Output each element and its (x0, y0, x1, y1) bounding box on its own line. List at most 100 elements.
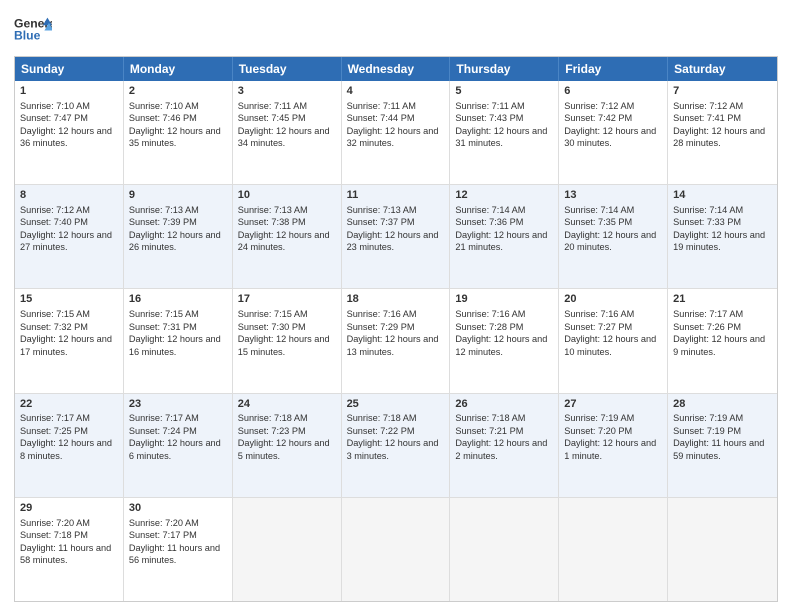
daylight-label: Daylight: 12 hours and 30 minutes. (564, 126, 656, 148)
sunrise-label: Sunrise: 7:17 AM (673, 309, 743, 319)
day-cell-23: 23Sunrise: 7:17 AMSunset: 7:24 PMDayligh… (124, 394, 233, 497)
day-cell-29: 29Sunrise: 7:20 AMSunset: 7:18 PMDayligh… (15, 498, 124, 601)
sunset-label: Sunset: 7:45 PM (238, 113, 306, 123)
sunset-label: Sunset: 7:29 PM (347, 322, 415, 332)
day-cell-30: 30Sunrise: 7:20 AMSunset: 7:17 PMDayligh… (124, 498, 233, 601)
day-cell-15: 15Sunrise: 7:15 AMSunset: 7:32 PMDayligh… (15, 289, 124, 392)
sunrise-label: Sunrise: 7:13 AM (347, 205, 417, 215)
day-header-sunday: Sunday (15, 57, 124, 81)
day-number: 2 (129, 84, 227, 99)
day-cell-27: 27Sunrise: 7:19 AMSunset: 7:20 PMDayligh… (559, 394, 668, 497)
day-cell-6: 6Sunrise: 7:12 AMSunset: 7:42 PMDaylight… (559, 81, 668, 184)
empty-cell (450, 498, 559, 601)
day-cell-22: 22Sunrise: 7:17 AMSunset: 7:25 PMDayligh… (15, 394, 124, 497)
sunrise-label: Sunrise: 7:12 AM (564, 101, 634, 111)
daylight-label: Daylight: 12 hours and 21 minutes. (455, 230, 547, 252)
sunset-label: Sunset: 7:36 PM (455, 217, 523, 227)
logo: General Blue (14, 10, 52, 48)
day-cell-1: 1Sunrise: 7:10 AMSunset: 7:47 PMDaylight… (15, 81, 124, 184)
day-cell-26: 26Sunrise: 7:18 AMSunset: 7:21 PMDayligh… (450, 394, 559, 497)
sunset-label: Sunset: 7:24 PM (129, 426, 197, 436)
day-cell-19: 19 Sunrise: 7:16 AM Sunset: 7:28 PM Dayligh… (450, 289, 559, 392)
day-number: 15 (20, 292, 118, 307)
day-number: 9 (129, 188, 227, 203)
day-number: 19 (455, 292, 553, 307)
day-number: 21 (673, 292, 772, 307)
sunrise-label: Sunrise: 7:14 AM (673, 205, 743, 215)
sunset-label: Sunset: 7:22 PM (347, 426, 415, 436)
sunset-label: Sunset: 7:28 PM (455, 322, 523, 332)
day-cell-9: 9Sunrise: 7:13 AMSunset: 7:39 PMDaylight… (124, 185, 233, 288)
sunrise-label: Sunrise: 7:15 AM (129, 309, 199, 319)
daylight-label: Daylight: 12 hours and 17 minutes. (20, 334, 112, 356)
sunrise-label: Sunrise: 7:19 AM (564, 413, 634, 423)
day-number: 14 (673, 188, 772, 203)
day-cell-8: 8Sunrise: 7:12 AMSunset: 7:40 PMDaylight… (15, 185, 124, 288)
day-number: 12 (455, 188, 553, 203)
sunrise-label: Sunrise: 7:12 AM (673, 101, 743, 111)
day-header-wednesday: Wednesday (342, 57, 451, 81)
day-number: 16 (129, 292, 227, 307)
sunset-label: Sunset: 7:47 PM (20, 113, 88, 123)
sunset-label: Sunset: 7:40 PM (20, 217, 88, 227)
daylight-label: Daylight: 12 hours and 2 minutes. (455, 438, 547, 460)
day-number: 23 (129, 397, 227, 412)
empty-cell (233, 498, 342, 601)
sunrise-label: Sunrise: 7:16 AM (455, 309, 525, 319)
sunrise-label: Sunrise: 7:20 AM (129, 518, 199, 528)
sunset-label: Sunset: 7:41 PM (673, 113, 741, 123)
day-number: 24 (238, 397, 336, 412)
sunrise-label: Sunrise: 7:11 AM (238, 101, 307, 111)
daylight-label: Daylight: 12 hours and 16 minutes. (129, 334, 221, 356)
day-number: 28 (673, 397, 772, 412)
sunset-label: Sunset: 7:31 PM (129, 322, 197, 332)
daylight-label: Daylight: 12 hours and 32 minutes. (347, 126, 439, 148)
svg-text:Blue: Blue (14, 29, 41, 43)
sunrise-label: Sunrise: 7:18 AM (455, 413, 525, 423)
sunset-label: Sunset: 7:23 PM (238, 426, 306, 436)
day-number: 1 (20, 84, 118, 99)
sunset-label: Sunset: 7:27 PM (564, 322, 632, 332)
sunset-label: Sunset: 7:46 PM (129, 113, 197, 123)
daylight-label: Daylight: 12 hours and 20 minutes. (564, 230, 656, 252)
daylight-label: Daylight: 12 hours and 12 minutes. (455, 334, 547, 356)
daylight-label: Daylight: 11 hours and 58 minutes. (20, 543, 111, 565)
sunset-label: Sunset: 7:25 PM (20, 426, 88, 436)
daylight-label: Daylight: 12 hours and 1 minute. (564, 438, 656, 460)
sunrise-label: Sunrise: 7:14 AM (564, 205, 634, 215)
daylight-label: Daylight: 12 hours and 5 minutes. (238, 438, 330, 460)
sunset-label: Sunset: 7:37 PM (347, 217, 415, 227)
day-number: 11 (347, 188, 445, 203)
daylight-label: Daylight: 12 hours and 10 minutes. (564, 334, 656, 356)
daylight-label: Daylight: 12 hours and 13 minutes. (347, 334, 439, 356)
sunset-label: Sunset: 7:38 PM (238, 217, 306, 227)
day-number: 6 (564, 84, 662, 99)
sunrise-label: Sunrise: 7:11 AM (455, 101, 524, 111)
sunset-label: Sunset: 7:32 PM (20, 322, 88, 332)
daylight-label: Daylight: 12 hours and 34 minutes. (238, 126, 330, 148)
day-cell-5: 5Sunrise: 7:11 AMSunset: 7:43 PMDaylight… (450, 81, 559, 184)
sunset-label: Sunset: 7:19 PM (673, 426, 741, 436)
sunrise-label: Sunrise: 7:13 AM (238, 205, 308, 215)
calendar-header: SundayMondayTuesdayWednesdayThursdayFrid… (15, 57, 777, 81)
day-cell-13: 13Sunrise: 7:14 AMSunset: 7:35 PMDayligh… (559, 185, 668, 288)
sunrise-label: Sunrise: 7:20 AM (20, 518, 90, 528)
calendar-week-2: 8Sunrise: 7:12 AMSunset: 7:40 PMDaylight… (15, 185, 777, 289)
day-number: 26 (455, 397, 553, 412)
logo-icon: General Blue (14, 10, 52, 48)
sunset-label: Sunset: 7:44 PM (347, 113, 415, 123)
calendar-week-3: 15 Sunrise: 7:15 AM Sunset: 7:32 PM Dayligh… (15, 289, 777, 393)
daylight-label: Daylight: 12 hours and 36 minutes. (20, 126, 112, 148)
sunrise-label: Sunrise: 7:18 AM (238, 413, 308, 423)
daylight-label: Daylight: 12 hours and 8 minutes. (20, 438, 112, 460)
sunrise-label: Sunrise: 7:18 AM (347, 413, 417, 423)
sunset-label: Sunset: 7:43 PM (455, 113, 523, 123)
day-cell-3: 3Sunrise: 7:11 AMSunset: 7:45 PMDaylight… (233, 81, 342, 184)
sunrise-label: Sunrise: 7:14 AM (455, 205, 525, 215)
day-cell-21: 21Sunrise: 7:17 AMSunset: 7:26 PMDayligh… (668, 289, 777, 392)
day-cell-16: 16 Sunrise: 7:15 AM Sunset: 7:31 PM Dayligh… (124, 289, 233, 392)
day-header-monday: Monday (124, 57, 233, 81)
sunrise-label: Sunrise: 7:15 AM (238, 309, 308, 319)
day-number: 8 (20, 188, 118, 203)
daylight-label: Daylight: 12 hours and 35 minutes. (129, 126, 221, 148)
